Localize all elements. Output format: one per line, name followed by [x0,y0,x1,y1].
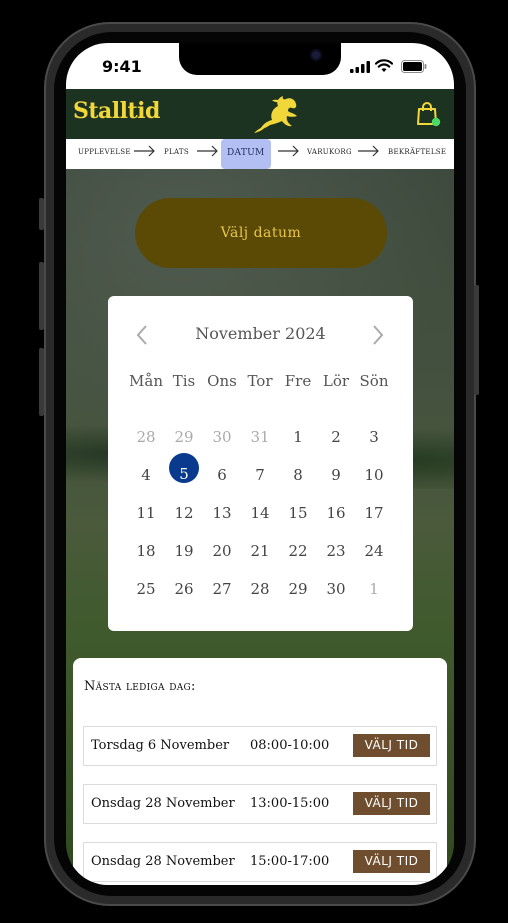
weekday-label: Lör [322,372,350,390]
calendar-day[interactable]: 4 [127,460,165,490]
calendar-day[interactable]: 1 [279,422,317,452]
calendar-day[interactable]: 24 [355,536,393,566]
screen: 9:41 Stalltid UPPLEVELSE PLATS DATUM VAR… [66,43,454,885]
battery-icon [401,60,427,73]
booking-steps: Upplevelse Plats Datum Varukorg Bekräfte… [66,139,454,169]
weekday-label: Tor [247,372,273,390]
step-arrow-icon [278,145,299,157]
step-plats[interactable]: Plats [164,148,189,156]
time-slot: Onsdag 28 November 15:00-17:00 VÄLJ TID [83,842,437,882]
signal-icon [350,61,370,73]
step-arrow-icon [197,145,218,157]
calendar-day[interactable]: 8 [279,460,317,490]
slot-time: 13:00-15:00 [250,796,330,811]
volume-up-button [39,262,44,330]
weekday-label: Tis [172,372,196,390]
calendar-day: 28 [136,428,156,446]
chevron-right-icon[interactable] [368,322,388,348]
calendar-day[interactable]: 16 [317,498,355,528]
calendar-day[interactable]: 22 [279,536,317,566]
calendar-day[interactable]: 13 [203,498,241,528]
horse-logo-icon[interactable] [250,93,302,135]
calendar-day[interactable]: 30 [317,574,355,604]
calendar-day[interactable]: 19 [165,536,203,566]
calendar-day[interactable]: 21 [241,536,279,566]
weekday-label: Sön [359,372,389,390]
status-bar: 9:41 [66,43,454,89]
calendar-day[interactable]: 26 [165,574,203,604]
step-datum[interactable]: Datum [221,139,271,169]
calendar-day[interactable]: 3 [355,422,393,452]
slot-time: 15:00-17:00 [250,854,330,869]
calendar-day[interactable]: 18 [127,536,165,566]
calendar-day[interactable]: 14 [241,498,279,528]
step-varukorg[interactable]: Varukorg [307,148,352,156]
volume-down-button [39,348,44,416]
time-slot: Onsdag 28 November 13:00-15:00 VÄLJ TID [83,784,437,824]
select-time-button[interactable]: VÄLJ TID [353,792,430,815]
calendar: November 2024 Mån Tis Ons Tor Fre Lör Sö… [108,296,413,631]
calendar-day: 29 [174,428,194,446]
weekday-label: Fre [284,372,312,390]
silent-switch [39,198,44,230]
slot-time: 08:00-10:00 [250,738,330,753]
calendar-day[interactable]: 9 [317,460,355,490]
time-slot: Torsdag 6 November 08:00-10:00 VÄLJ TID [83,726,437,766]
notch [179,43,341,75]
calendar-day[interactable]: 27 [203,574,241,604]
step-upplevelse[interactable]: Upplevelse [78,148,131,156]
brand-name[interactable]: Stalltid [73,98,160,124]
calendar-day[interactable]: 6 [203,460,241,490]
calendar-day: 31 [250,428,270,446]
wifi-icon [375,59,393,72]
power-button [474,285,479,395]
calendar-day[interactable]: 10 [355,460,393,490]
calendar-day[interactable]: 11 [127,498,165,528]
calendar-day[interactable]: 20 [203,536,241,566]
calendar-day: 30 [212,428,232,446]
calendar-day[interactable]: 29 [279,574,317,604]
next-available-card: Nästa lediga dag: Torsdag 6 November 08:… [73,658,447,885]
front-camera-icon [310,49,322,61]
select-date-button[interactable]: Välj datum [135,198,387,268]
calendar-day[interactable]: 25 [127,574,165,604]
calendar-day[interactable]: 28 [241,574,279,604]
next-available-title: Nästa lediga dag: [84,679,196,694]
selected-day-number: 5 [179,465,189,483]
shopping-bag-icon[interactable] [415,101,441,127]
status-time: 9:41 [102,57,142,76]
calendar-day: 1 [369,580,379,598]
calendar-day[interactable]: 17 [355,498,393,528]
calendar-day[interactable]: 2 [317,422,355,452]
step-bekraftelse[interactable]: Bekräftelse [388,148,446,156]
calendar-day[interactable]: 23 [317,536,355,566]
slot-date: Onsdag 28 November [91,796,235,811]
calendar-day[interactable]: 12 [165,498,203,528]
app-header: Stalltid [66,89,454,139]
calendar-day[interactable]: 15 [279,498,317,528]
step-arrow-icon [358,145,379,157]
select-time-button[interactable]: VÄLJ TID [353,734,430,757]
calendar-day[interactable]: 7 [241,460,279,490]
select-time-button[interactable]: VÄLJ TID [353,850,430,873]
slot-date: Onsdag 28 November [91,854,235,869]
slot-date: Torsdag 6 November [91,738,230,753]
step-arrow-icon [134,145,155,157]
calendar-day-selected[interactable]: 5 [165,453,203,483]
weekday-label: Ons [207,372,237,390]
weekday-label: Mån [129,372,163,390]
